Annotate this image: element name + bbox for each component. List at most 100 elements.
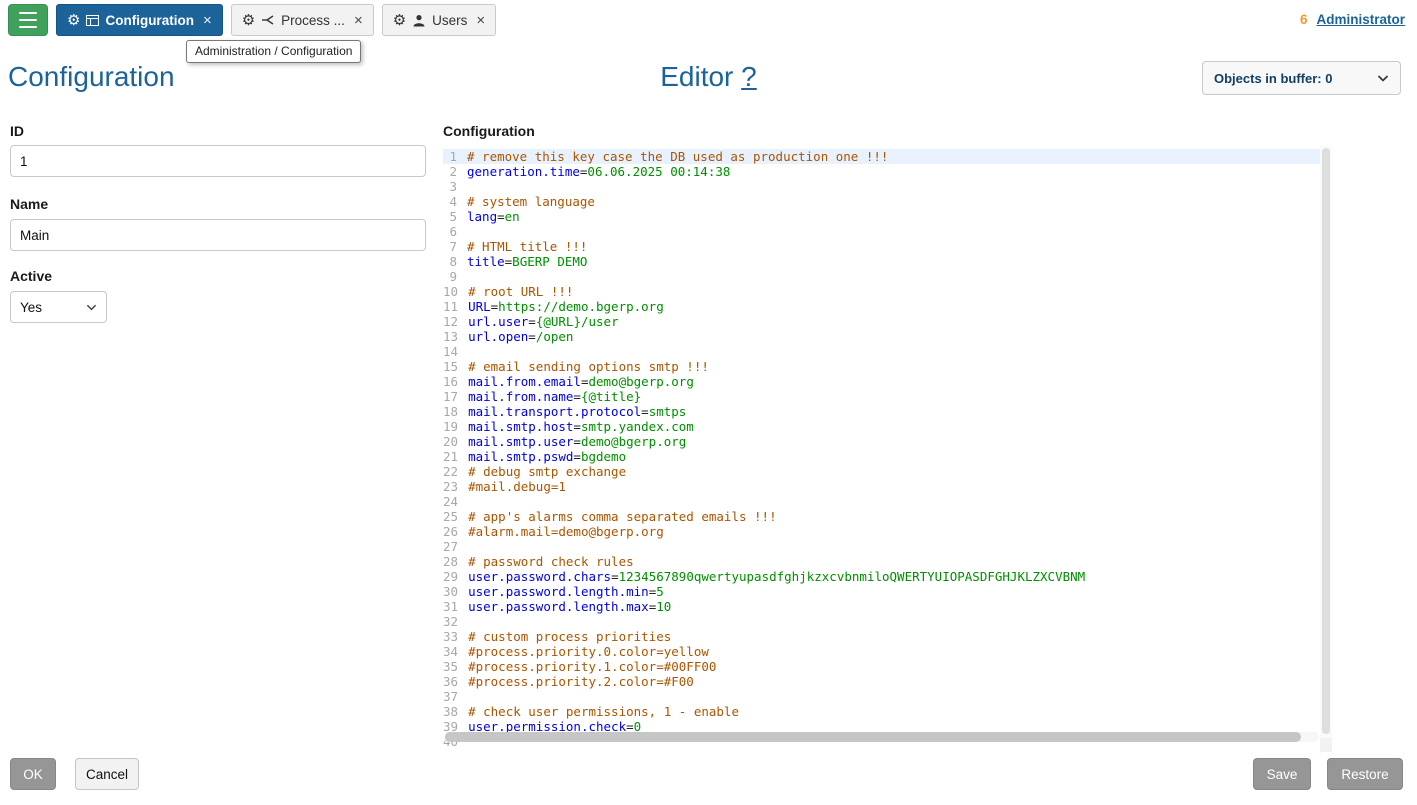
code-line[interactable]: 36#process.priority.2.color=#F00 <box>443 674 1332 689</box>
code-line[interactable]: 4# system language <box>443 194 1332 209</box>
code-line[interactable]: 1# remove this key case the DB used as p… <box>443 149 1332 164</box>
line-number[interactable]: 13 <box>443 329 468 344</box>
gear-icon[interactable]: ⚙ <box>242 13 255 28</box>
code-line[interactable]: 34#process.priority.0.color=yellow <box>443 644 1332 659</box>
code-line[interactable]: 37 <box>443 689 1332 704</box>
line-number[interactable]: 36 <box>443 674 468 689</box>
code-line[interactable]: 22# debug smtp exchange <box>443 464 1332 479</box>
line-number[interactable]: 34 <box>443 644 468 659</box>
line-number[interactable]: 32 <box>443 614 468 629</box>
line-number[interactable]: 24 <box>443 494 468 509</box>
main-menu-button[interactable] <box>8 4 48 36</box>
line-number[interactable]: 1 <box>443 149 467 164</box>
code-line[interactable]: 6 <box>443 224 1332 239</box>
line-number[interactable]: 33 <box>443 629 468 644</box>
code-line[interactable]: 12url.user={@URL}/user <box>443 314 1332 329</box>
line-number[interactable]: 3 <box>443 179 467 194</box>
line-number[interactable]: 30 <box>443 584 468 599</box>
code-line[interactable]: 18mail.transport.protocol=smtps <box>443 404 1332 419</box>
close-icon[interactable]: × <box>203 13 212 28</box>
line-number[interactable]: 8 <box>443 254 467 269</box>
code-line[interactable]: 10# root URL !!! <box>443 284 1332 299</box>
horizontal-scrollbar-thumb[interactable] <box>445 732 1301 742</box>
ok-button[interactable]: OK <box>10 758 56 790</box>
code-line[interactable]: 14 <box>443 344 1332 359</box>
tab-configuration[interactable]: ⚙ Configuration × <box>56 4 223 36</box>
code-line[interactable]: 35#process.priority.1.color=#00FF00 <box>443 659 1332 674</box>
gear-icon[interactable]: ⚙ <box>393 13 406 28</box>
line-number[interactable]: 27 <box>443 539 468 554</box>
line-number[interactable]: 9 <box>443 269 467 284</box>
code-line[interactable]: 7# HTML title !!! <box>443 239 1332 254</box>
line-number[interactable]: 22 <box>443 464 468 479</box>
code-line[interactable]: 8title=BGERP DEMO <box>443 254 1332 269</box>
tab-users[interactable]: ⚙ Users × <box>382 4 496 36</box>
save-button[interactable]: Save <box>1253 758 1311 790</box>
code-line[interactable]: 32 <box>443 614 1332 629</box>
code-line[interactable]: 20mail.smtp.user=demo@bgerp.org <box>443 434 1332 449</box>
horizontal-scrollbar[interactable] <box>444 732 1319 742</box>
code-line[interactable]: 9 <box>443 269 1332 284</box>
line-number[interactable]: 28 <box>443 554 468 569</box>
close-icon[interactable]: × <box>354 13 363 28</box>
line-number[interactable]: 16 <box>443 374 468 389</box>
code-line[interactable]: 13url.open=/open <box>443 329 1332 344</box>
configuration-code-editor[interactable]: 1# remove this key case the DB used as p… <box>443 146 1332 752</box>
code-line[interactable]: 11URL=https://demo.bgerp.org <box>443 299 1332 314</box>
name-field[interactable] <box>10 219 426 251</box>
line-number[interactable]: 5 <box>443 209 467 224</box>
gear-icon[interactable]: ⚙ <box>67 13 80 28</box>
close-icon[interactable]: × <box>476 13 485 28</box>
line-number[interactable]: 4 <box>443 194 467 209</box>
code-line[interactable]: 15# email sending options smtp !!! <box>443 359 1332 374</box>
restore-button[interactable]: Restore <box>1327 758 1403 790</box>
notification-count[interactable]: 6 <box>1300 12 1308 27</box>
line-number[interactable]: 18 <box>443 404 468 419</box>
line-number[interactable]: 26 <box>443 524 468 539</box>
line-number[interactable]: 14 <box>443 344 468 359</box>
user-link[interactable]: Administrator <box>1316 12 1405 27</box>
line-number[interactable]: 20 <box>443 434 468 449</box>
code-line[interactable]: 2generation.time=06.06.2025 00:14:38 <box>443 164 1332 179</box>
help-link[interactable]: ? <box>741 61 757 92</box>
line-number[interactable]: 37 <box>443 689 468 704</box>
line-number[interactable]: 25 <box>443 509 468 524</box>
code-line[interactable]: 29user.password.chars=1234567890qwertyup… <box>443 569 1332 584</box>
code-line[interactable]: 33# custom process priorities <box>443 629 1332 644</box>
line-number[interactable]: 31 <box>443 599 468 614</box>
code-line[interactable]: 25# app's alarms comma separated emails … <box>443 509 1332 524</box>
line-number[interactable]: 7 <box>443 239 467 254</box>
objects-buffer-dropdown[interactable]: Objects in buffer: 0 <box>1202 61 1401 95</box>
code-line[interactable]: 23#mail.debug=1 <box>443 479 1332 494</box>
line-number[interactable]: 15 <box>443 359 468 374</box>
code-line[interactable]: 17mail.from.name={@title} <box>443 389 1332 404</box>
line-number[interactable]: 38 <box>443 704 468 719</box>
tab-process[interactable]: ⚙ Process ... × <box>231 4 374 36</box>
line-number[interactable]: 35 <box>443 659 468 674</box>
line-number[interactable]: 2 <box>443 164 467 179</box>
line-number[interactable]: 29 <box>443 569 468 584</box>
code-line[interactable]: 26#alarm.mail=demo@bgerp.org <box>443 524 1332 539</box>
line-number[interactable]: 12 <box>443 314 468 329</box>
vertical-scrollbar[interactable] <box>1320 146 1332 738</box>
code-line[interactable]: 27 <box>443 539 1332 554</box>
line-number[interactable]: 17 <box>443 389 468 404</box>
code-line[interactable]: 19mail.smtp.host=smtp.yandex.com <box>443 419 1332 434</box>
code-line[interactable]: 28# password check rules <box>443 554 1332 569</box>
line-number[interactable]: 19 <box>443 419 468 434</box>
code-line[interactable]: 5lang=en <box>443 209 1332 224</box>
code-line[interactable]: 30user.password.length.min=5 <box>443 584 1332 599</box>
line-number[interactable]: 21 <box>443 449 468 464</box>
line-number[interactable]: 11 <box>443 299 468 314</box>
id-field[interactable] <box>10 145 426 177</box>
line-number[interactable]: 6 <box>443 224 467 239</box>
cancel-button[interactable]: Cancel <box>75 758 139 790</box>
line-number[interactable]: 23 <box>443 479 468 494</box>
line-number[interactable]: 10 <box>443 284 468 299</box>
code-line[interactable]: 21mail.smtp.pswd=bgdemo <box>443 449 1332 464</box>
code-line[interactable]: 3 <box>443 179 1332 194</box>
code-line[interactable]: 16mail.from.email=demo@bgerp.org <box>443 374 1332 389</box>
active-select[interactable]: Yes <box>10 291 107 323</box>
code-line[interactable]: 38# check user permissions, 1 - enable <box>443 704 1332 719</box>
code-line[interactable]: 24 <box>443 494 1332 509</box>
